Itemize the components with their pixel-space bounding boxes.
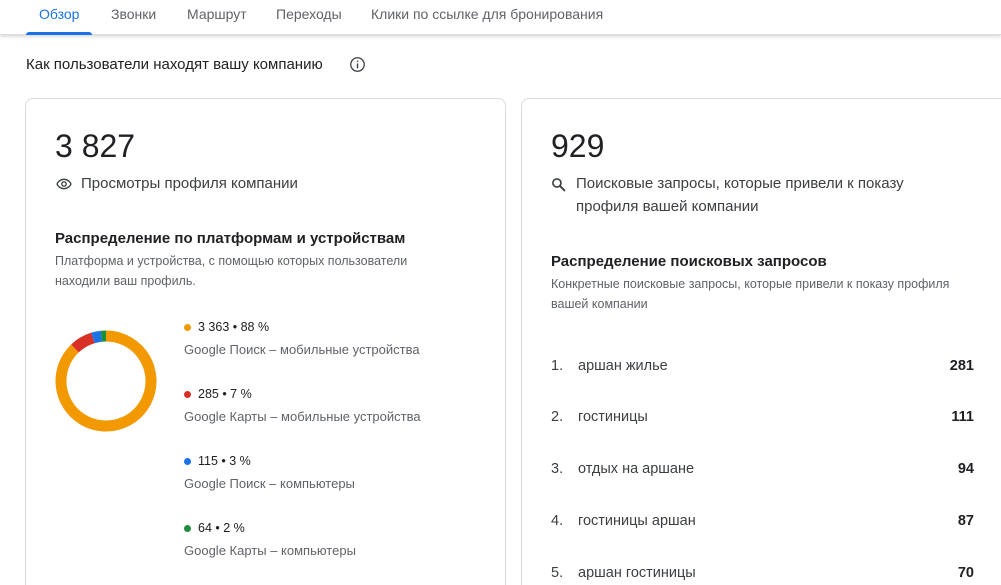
section-title: Как пользователи находят вашу компанию (26, 56, 323, 73)
legend-value: 115 • 3 % (198, 454, 251, 468)
info-icon[interactable] (349, 56, 366, 73)
profile-views-total: 3 827 (55, 128, 136, 164)
query-row: 5. аршан гостиницы 70 (551, 565, 974, 585)
donut-segment (55, 330, 157, 432)
query-rank: 1. (551, 358, 564, 374)
query-row: 4. гостиницы аршан 87 (551, 513, 974, 533)
query-rank: 2. (551, 409, 564, 425)
query-text: гостиницы аршан (578, 513, 696, 529)
query-row: 1. аршан жилье 281 (551, 358, 974, 378)
eye-icon (56, 178, 72, 190)
legend-label: Google Поиск – компьютеры (184, 476, 355, 491)
tab-website-clicks[interactable]: Переходы (276, 6, 342, 22)
query-count: 111 (951, 409, 974, 425)
donut-segment (91, 330, 102, 344)
platform-breakdown-title: Распределение по платформам и устройства… (55, 230, 406, 247)
legend-value: 3 363 • 88 % (198, 320, 270, 334)
query-breakdown-title: Распределение поисковых запросов (551, 253, 827, 270)
tab-calls[interactable]: Звонки (111, 6, 156, 22)
query-row: 3. отдых на аршане 94 (551, 461, 974, 481)
query-breakdown-desc: Конкретные поисковые запросы, которые пр… (551, 277, 950, 311)
query-count: 87 (957, 513, 974, 529)
legend-item: 285 • 7 % Google Карты – мобильные устро… (184, 386, 421, 424)
search-queries-total: 929 (551, 128, 605, 164)
legend-label: Google Карты – компьютеры (184, 543, 356, 558)
tab-overview[interactable]: Обзор (39, 6, 79, 22)
legend-item: 64 • 2 % Google Карты – компьютеры (184, 520, 356, 558)
legend-item: 115 • 3 % Google Поиск – компьютеры (184, 453, 355, 491)
platform-breakdown-desc: Платформа и устройства, с помощью которы… (55, 254, 408, 288)
legend-value: 64 • 2 % (198, 521, 245, 535)
profile-views-label: Просмотры профиля компании (81, 175, 298, 192)
query-count: 281 (949, 358, 974, 374)
legend-label: Google Поиск – мобильные устройства (184, 342, 420, 357)
query-rank: 3. (551, 461, 564, 477)
tab-booking-clicks[interactable]: Клики по ссылке для бронирования (371, 6, 603, 22)
legend-dot (184, 323, 191, 331)
query-rank: 5. (551, 565, 564, 581)
legend-item: 3 363 • 88 % Google Поиск – мобильные ус… (184, 319, 420, 357)
legend-value: 285 • 7 % (198, 387, 252, 401)
legend-label: Google Карты – мобильные устройства (184, 409, 421, 424)
query-text: аршан гостиницы (578, 565, 696, 581)
query-row: 2. гостиницы 111 (551, 409, 974, 429)
query-count: 94 (957, 461, 974, 477)
query-text: аршан жилье (578, 358, 668, 374)
search-queries-label: Поисковые запросы, которые привели к пок… (576, 175, 904, 215)
query-count: 70 (957, 565, 974, 581)
tab-bar: Обзор Звонки Маршрут Переходы Клики по с… (0, 0, 1001, 35)
donut-segment (71, 332, 95, 353)
query-text: отдых на аршане (578, 461, 695, 477)
platform-donut-chart (55, 330, 157, 432)
query-text: гостиницы (578, 409, 648, 425)
legend-dot (184, 457, 191, 465)
active-tab-indicator (26, 32, 92, 35)
legend-dot (184, 524, 191, 532)
search-icon (552, 178, 566, 192)
legend-dot (184, 390, 191, 398)
tab-directions[interactable]: Маршрут (187, 6, 247, 22)
query-rank: 4. (551, 513, 564, 529)
